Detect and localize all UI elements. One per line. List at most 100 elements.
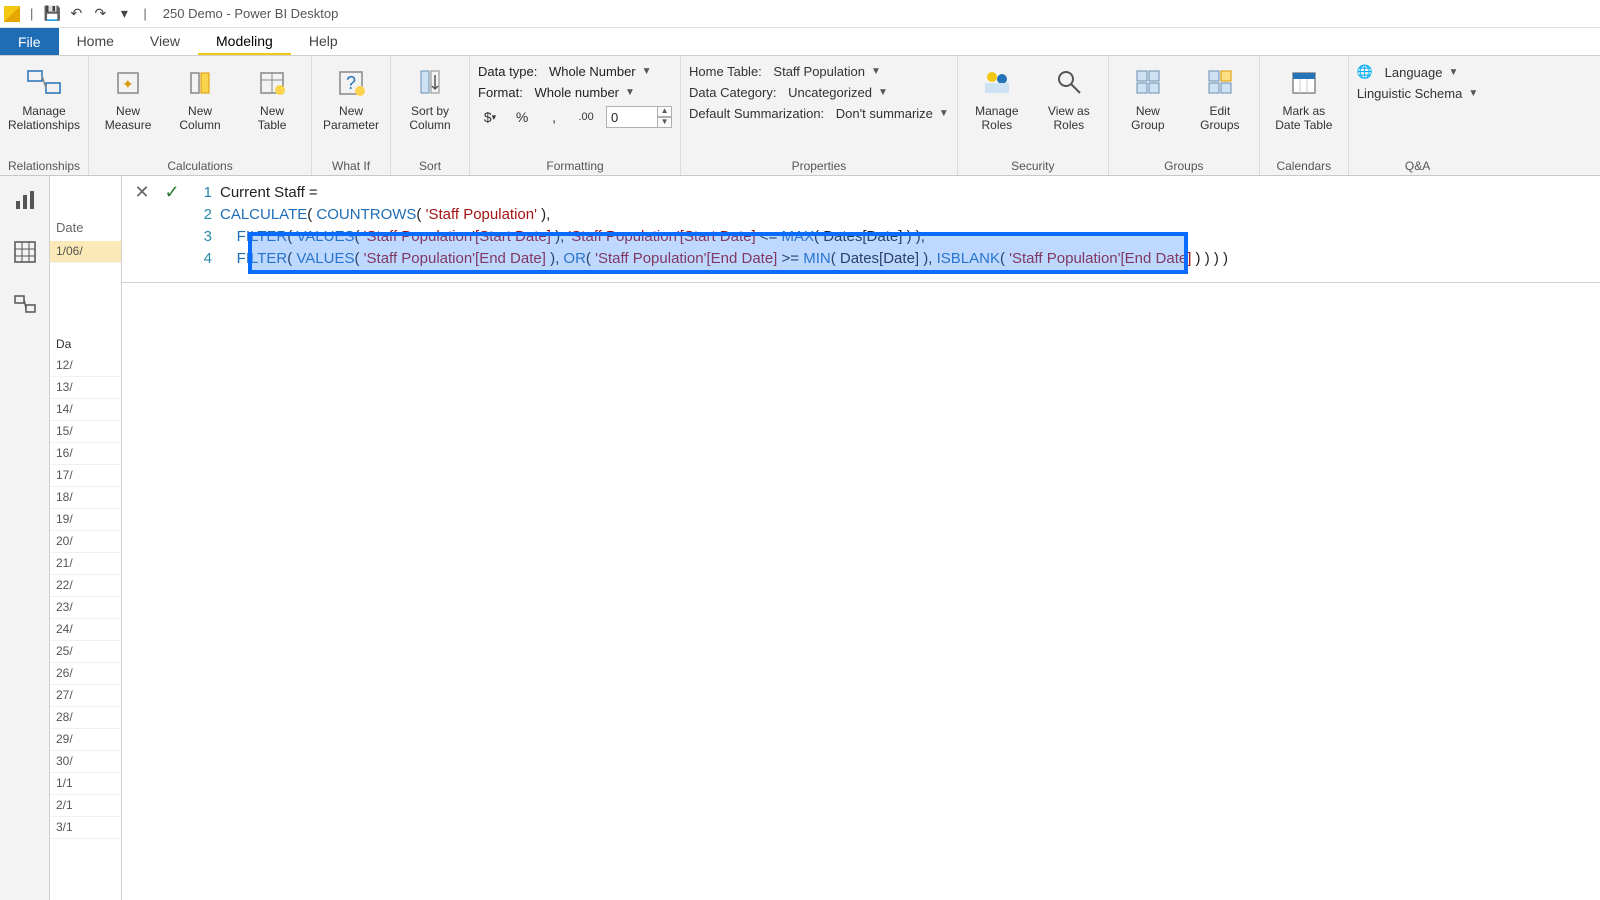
model-view-button[interactable]: [11, 290, 39, 318]
redo-button[interactable]: ↷: [91, 5, 109, 23]
edit-groups-button[interactable]: Edit Groups: [1189, 60, 1251, 132]
decimals-input[interactable]: 0: [606, 106, 658, 128]
group-label-qna: Q&A: [1357, 157, 1478, 173]
date-row: 24/: [50, 619, 121, 641]
report-view-button[interactable]: [11, 186, 39, 214]
ribbon: Manage Relationships Relationships ✦ New…: [0, 56, 1600, 176]
svg-text:?: ?: [346, 73, 356, 93]
chevron-down-icon: ▼: [878, 87, 888, 98]
undo-button[interactable]: ↶: [67, 5, 85, 23]
language-dropdown[interactable]: 🌐 Language ▼: [1357, 64, 1478, 80]
manage-relationships-button[interactable]: Manage Relationships: [8, 60, 80, 132]
tab-home[interactable]: Home: [59, 28, 132, 55]
data-category-value: Uncategorized: [788, 85, 872, 100]
ribbon-group-groups: New Group Edit Groups Groups: [1109, 56, 1260, 175]
window-title: 250 Demo - Power BI Desktop: [163, 6, 339, 21]
new-column-icon: [182, 64, 218, 100]
tab-file[interactable]: File: [0, 28, 59, 55]
new-parameter-label: New Parameter: [323, 104, 379, 132]
mark-date-table-label: Mark as Date Table: [1275, 104, 1332, 132]
view-as-roles-button[interactable]: View as Roles: [1038, 60, 1100, 132]
date-row: 1/1: [50, 773, 121, 795]
date-row: 22/: [50, 575, 121, 597]
ribbon-group-calculations: ✦ New Measure New Column New Table Calcu…: [89, 56, 312, 175]
new-table-icon: [254, 64, 290, 100]
date-row: 14/: [50, 399, 121, 421]
date-row: 29/: [50, 729, 121, 751]
tab-help[interactable]: Help: [291, 28, 356, 55]
default-summarization-dropdown[interactable]: Default Summarization: Don't summarize ▼: [689, 106, 949, 121]
formula-area: ✕ ✓ 1Current Staff = 2CALCULATE( COUNTRO…: [122, 176, 1600, 900]
sort-by-column-label: Sort by Column: [409, 104, 450, 132]
data-category-dropdown[interactable]: Data Category: Uncategorized ▼: [689, 85, 949, 100]
code-line-2: CALCULATE( COUNTROWS( 'Staff Population'…: [220, 204, 550, 226]
ribbon-group-relationships: Manage Relationships Relationships: [0, 56, 89, 175]
data-type-dropdown[interactable]: Data type: Whole Number ▼: [478, 64, 672, 79]
date-row: 21/: [50, 553, 121, 575]
date-row: 15/: [50, 421, 121, 443]
sort-by-column-button[interactable]: Sort by Column: [399, 60, 461, 132]
new-parameter-icon: ?: [333, 64, 369, 100]
ribbon-group-whatif: ? New Parameter What If: [312, 56, 391, 175]
linguistic-schema-dropdown[interactable]: Linguistic Schema ▼: [1357, 86, 1478, 101]
thousands-button[interactable]: ,: [542, 106, 566, 128]
home-table-dropdown[interactable]: Home Table: Staff Population ▼: [689, 64, 949, 79]
qat-divider: |: [30, 6, 33, 21]
date-row: 16/: [50, 443, 121, 465]
tab-modeling[interactable]: Modeling: [198, 28, 291, 55]
date-row: 19/: [50, 509, 121, 531]
date-row: 17/: [50, 465, 121, 487]
new-table-button[interactable]: New Table: [241, 60, 303, 132]
date-row: 26/: [50, 663, 121, 685]
ribbon-group-qna: 🌐 Language ▼ Linguistic Schema ▼ Q&A: [1349, 56, 1486, 175]
relationships-icon: [26, 64, 62, 100]
edit-groups-label: Edit Groups: [1200, 104, 1239, 132]
qat-dropdown[interactable]: ▾: [115, 5, 133, 23]
format-label: Format:: [478, 85, 523, 100]
view-as-roles-label: View as Roles: [1048, 104, 1090, 132]
new-measure-label: New Measure: [105, 104, 152, 132]
mark-date-table-button[interactable]: Mark as Date Table: [1268, 60, 1340, 132]
formula-bar: ✕ ✓ 1Current Staff = 2CALCULATE( COUNTRO…: [122, 176, 1600, 283]
currency-button[interactable]: $▾: [478, 106, 502, 128]
date-row: 28/: [50, 707, 121, 729]
dax-editor[interactable]: 1Current Staff = 2CALCULATE( COUNTROWS( …: [192, 176, 1600, 282]
manage-roles-label: Manage Roles: [975, 104, 1018, 132]
new-measure-button[interactable]: ✦ New Measure: [97, 60, 159, 132]
language-label: Language: [1385, 65, 1443, 80]
data-view-button[interactable]: [11, 238, 39, 266]
view-as-icon: [1051, 64, 1087, 100]
data-type-label: Data type:: [478, 64, 537, 79]
code-line-1: Current Staff =: [220, 182, 318, 204]
qat-divider-2: |: [143, 6, 146, 21]
date-row: 12/: [50, 355, 121, 377]
new-column-button[interactable]: New Column: [169, 60, 231, 132]
cancel-formula-button[interactable]: ✕: [132, 182, 152, 202]
globe-icon: 🌐: [1357, 64, 1373, 80]
date-column-header-behind: Date: [50, 220, 121, 241]
date-row: 20/: [50, 531, 121, 553]
commit-formula-button[interactable]: ✓: [162, 182, 182, 202]
manage-relationships-label: Manage Relationships: [8, 104, 80, 132]
ribbon-group-calendars: Mark as Date Table Calendars: [1260, 56, 1349, 175]
manage-roles-button[interactable]: Manage Roles: [966, 60, 1028, 132]
ribbon-group-sort: Sort by Column Sort: [391, 56, 470, 175]
new-group-icon: [1130, 64, 1166, 100]
date-row: 25/: [50, 641, 121, 663]
tab-view[interactable]: View: [132, 28, 198, 55]
save-button[interactable]: 💾: [43, 5, 61, 23]
date-row: 18/: [50, 487, 121, 509]
data-category-label: Data Category:: [689, 85, 776, 100]
group-label-sort: Sort: [399, 157, 461, 173]
home-table-value: Staff Population: [773, 64, 865, 79]
new-group-button[interactable]: New Group: [1117, 60, 1179, 132]
chevron-down-icon: ▼: [1448, 67, 1458, 78]
decimals-spinner[interactable]: ▲▼: [658, 106, 672, 128]
format-dropdown[interactable]: Format: Whole number ▼: [478, 85, 672, 100]
percent-button[interactable]: %: [510, 106, 534, 128]
date-row: 27/: [50, 685, 121, 707]
chevron-down-icon: ▼: [1468, 88, 1478, 99]
chevron-down-icon: ▼: [625, 87, 635, 98]
new-parameter-button[interactable]: ? New Parameter: [320, 60, 382, 132]
ribbon-group-properties: Home Table: Staff Population ▼ Data Cate…: [681, 56, 958, 175]
